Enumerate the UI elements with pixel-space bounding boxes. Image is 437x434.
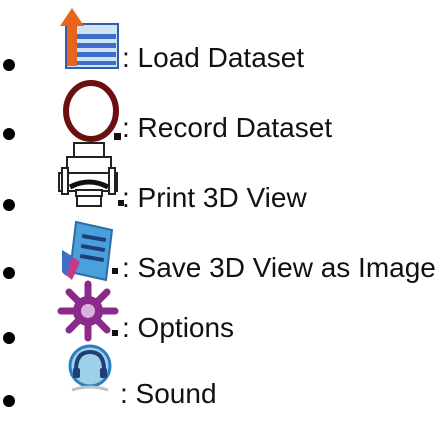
legend-label-sound: : Sound	[120, 378, 217, 409]
legend-item-options: : Options	[0, 280, 437, 344]
bullet	[3, 128, 15, 140]
legend-item-record-dataset: : Record Dataset	[0, 70, 437, 143]
sound-icon	[68, 344, 112, 392]
legend-item-save-3d-view-as-image: : Save 3D View as Image	[0, 210, 437, 283]
record-dataset-icon	[63, 80, 121, 142]
load-dataset-icon	[60, 8, 119, 69]
toolbar-icon-legend: : Load Dataset : Record Dataset : Print …	[0, 0, 437, 434]
bullet	[3, 267, 15, 279]
legend-item-load-dataset: : Load Dataset	[0, 0, 437, 73]
print-3d-view-icon	[58, 142, 124, 207]
bullet	[3, 395, 15, 407]
save-3d-view-as-image-icon	[62, 220, 118, 282]
legend-item-print-3d-view: : Print 3D View	[0, 140, 437, 213]
options-gear-icon	[57, 280, 119, 342]
legend-item-sound: : Sound	[0, 340, 437, 409]
